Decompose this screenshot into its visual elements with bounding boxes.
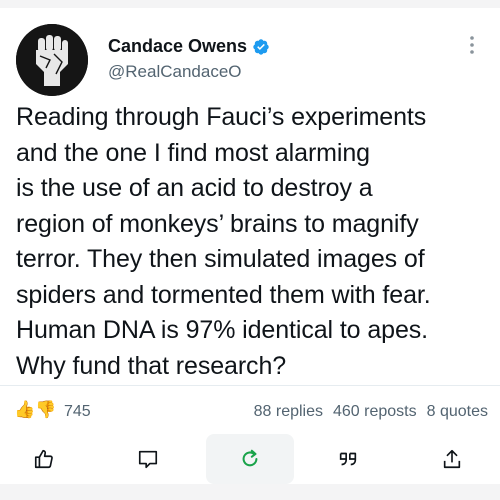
thumbs-up-icon — [34, 449, 53, 469]
replies-count[interactable]: 88 replies — [254, 403, 323, 421]
bottom-divider — [0, 484, 500, 500]
quote-button[interactable] — [320, 437, 376, 481]
action-bar — [0, 434, 500, 484]
reposts-count[interactable]: 460 reposts — [333, 403, 417, 421]
repost-button[interactable] — [222, 437, 278, 481]
verified-badge-icon — [252, 38, 270, 56]
top-divider — [0, 0, 500, 8]
comment-button[interactable] — [120, 437, 176, 481]
like-button[interactable] — [16, 437, 72, 481]
avatar[interactable] — [16, 24, 88, 96]
share-icon — [443, 449, 461, 469]
reactions-count[interactable]: 745 — [64, 403, 91, 421]
share-button[interactable] — [424, 437, 480, 481]
raised-fist-icon — [16, 24, 88, 96]
more-options-icon[interactable] — [462, 30, 482, 60]
reaction-emojis[interactable]: 👍👎 — [14, 400, 56, 420]
tweet-header: Candace Owens @RealCandaceO — [0, 10, 500, 100]
quotes-count[interactable]: 8 quotes — [427, 403, 488, 421]
comment-icon — [138, 450, 158, 469]
refresh-icon — [242, 449, 258, 467]
tweet-text: Reading through Fauci’s experiments and … — [16, 103, 431, 380]
display-name[interactable]: Candace Owens — [108, 36, 247, 57]
tweet-stats: 👍👎 745 88 replies 460 reposts 8 quotes — [0, 386, 500, 434]
quote-icon — [339, 452, 357, 466]
handle[interactable]: @RealCandaceO — [108, 62, 242, 82]
